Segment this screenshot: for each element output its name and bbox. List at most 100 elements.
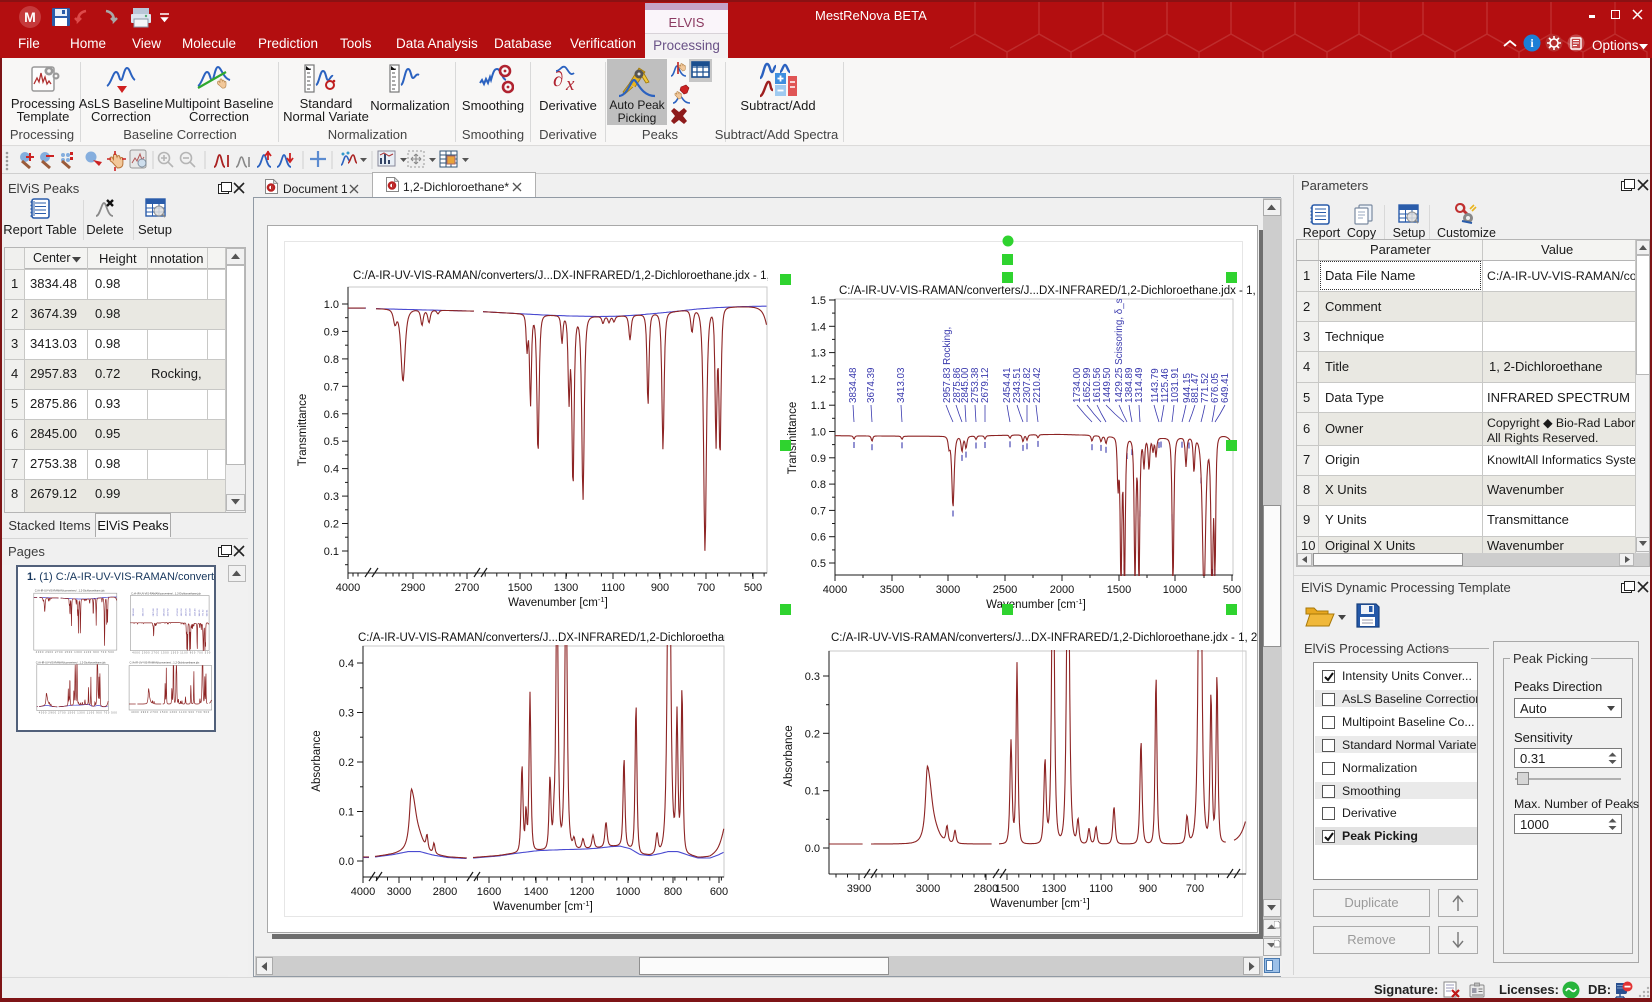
svg-text:4000: 4000 [336,582,360,594]
svg-text:1500: 1500 [995,883,1019,895]
svg-text:0.2: 0.2 [805,728,820,740]
svg-text:1610.56: 1610.56 [181,608,183,617]
svg-text:1.5: 1.5 [811,295,826,307]
svg-text:649.41: 649.41 [207,609,209,616]
svg-text:1200: 1200 [570,886,594,898]
svg-text:500: 500 [1223,584,1241,596]
svg-text:0.4: 0.4 [324,464,339,476]
svg-text:3500: 3500 [880,584,904,596]
svg-text:Absorbance: Absorbance [783,725,795,786]
svg-text:2454.41: 2454.41 [163,608,165,617]
svg-text:0.4: 0.4 [339,658,354,670]
svg-text:1.4: 1.4 [811,321,826,333]
svg-text:0.3: 0.3 [324,491,339,503]
svg-text:3413.03: 3413.03 [142,608,144,617]
svg-text:Wavenumber [cm-1]: Wavenumber [cm-1] [508,595,608,609]
svg-text:2210.42: 2210.42 [1032,368,1043,403]
svg-text:0.8: 0.8 [324,354,339,366]
svg-text:2800: 2800 [433,886,457,898]
svg-text:1400: 1400 [524,886,548,898]
svg-text:2679.12: 2679.12 [980,368,991,403]
svg-text:1449.50: 1449.50 [1102,367,1113,403]
svg-text:C:/A-IR-UV-VIS-RAMAN/converter: C:/A-IR-UV-VIS-RAMAN/converters/J...DX-I… [358,632,865,644]
svg-text:500: 500 [744,582,762,594]
svg-text:2700: 2700 [455,582,479,594]
svg-text:Wavenumber [cm-1]: Wavenumber [cm-1] [986,597,1086,611]
svg-text:800: 800 [664,886,682,898]
svg-text:C:/A-IR-UV-VIS-RAMAN/converter: C:/A-IR-UV-VIS-RAMAN/converters/...1,2-D… [131,592,201,596]
svg-text:Absorbance: Absorbance [311,730,323,791]
svg-text:1031.91: 1031.91 [1170,368,1181,403]
svg-text:0.6: 0.6 [324,409,339,421]
svg-text:1500: 1500 [1107,584,1131,596]
svg-text:1100: 1100 [1089,883,1113,895]
svg-text:Transmittance: Transmittance [297,394,309,466]
svg-text:900: 900 [1139,883,1157,895]
svg-text:1734.00: 1734.00 [177,608,179,617]
svg-text:2307.82: 2307.82 [167,608,169,617]
svg-text:0.3: 0.3 [339,708,354,720]
svg-text:600: 600 [710,886,728,898]
svg-text:M: M [24,9,36,25]
svg-text:Wavenumber [cm-1]: Wavenumber [cm-1] [990,896,1090,910]
svg-text:C:/A-IR-UV-VIS-RAMAN/converter: C:/A-IR-UV-VIS-RAMAN/converters/J...DX-I… [839,285,1258,297]
svg-text:1.0: 1.0 [324,299,339,311]
svg-text:0.9: 0.9 [324,326,339,338]
svg-text:1.1: 1.1 [811,400,826,412]
svg-text:1500: 1500 [508,582,532,594]
svg-text:2000: 2000 [1050,584,1074,596]
svg-text:1100: 1100 [601,582,625,594]
svg-text:3000: 3000 [387,886,411,898]
svg-text:0.6: 0.6 [811,532,826,544]
svg-text:1000: 1000 [616,886,640,898]
svg-text:2875.86: 2875.86 [153,608,155,617]
svg-text:C:/A-IR-UV-VIS-RAMAN/converter: C:/A-IR-UV-VIS-RAMAN/converters/...1,2-D… [35,589,105,593]
svg-text:2500: 2500 [993,584,1017,596]
svg-text:1600: 1600 [477,886,501,898]
svg-text:3900: 3900 [847,883,871,895]
svg-text:0.0: 0.0 [339,856,354,868]
svg-text:1314.49: 1314.49 [190,608,192,617]
svg-text:0.1: 0.1 [324,546,339,558]
svg-text:0.0: 0.0 [805,843,820,855]
svg-text:4000 2900 2700 1500 1300 1100: 4000 2900 2700 1500 1300 1100 900 700 50… [131,711,210,714]
svg-text:700: 700 [1186,883,1204,895]
svg-text:4000: 4000 [823,584,847,596]
svg-text:1.2: 1.2 [811,374,826,386]
svg-text:3834.48: 3834.48 [133,608,135,617]
svg-text:2753.38: 2753.38 [157,608,159,617]
svg-text:4000: 4000 [351,886,375,898]
svg-text:2900: 2900 [401,582,425,594]
svg-text:944.15: 944.15 [199,609,201,616]
svg-text:1.3: 1.3 [811,348,826,360]
svg-text:0.2: 0.2 [339,757,354,769]
svg-text:4000 2900 2700 1500 1300 1100: 4000 2900 2700 1500 1300 1100 900 700 50… [39,711,118,714]
svg-text:C:/A-IR-UV-VIS-RAMAN/converter: C:/A-IR-UV-VIS-RAMAN/converters/...1,2-D… [130,661,200,665]
svg-text:3000: 3000 [916,883,940,895]
svg-text:0.7: 0.7 [811,505,826,517]
svg-text:C:/A-IR-UV-VIS-RAMAN/converter: C:/A-IR-UV-VIS-RAMAN/converters/...1,2-D… [36,661,106,665]
svg-text:0.1: 0.1 [805,786,820,798]
svg-text:0.8: 0.8 [811,479,826,491]
svg-text:Wavenumber [cm-1]: Wavenumber [cm-1] [493,899,593,913]
svg-text:4000 2900 2700 1500 1300 1100: 4000 2900 2700 1500 1300 1100 900 700 50… [36,651,115,654]
svg-text:3674.39: 3674.39 [866,368,877,403]
svg-text:771.52: 771.52 [203,609,205,616]
svg-text:1314.49: 1314.49 [1134,368,1145,403]
svg-text:3834.48: 3834.48 [848,367,859,403]
svg-text:x: x [565,74,575,95]
svg-text:Transmittance: Transmittance [787,402,799,474]
svg-text:700: 700 [697,582,715,594]
svg-text:1300: 1300 [554,582,578,594]
svg-text:3000: 3000 [936,584,960,596]
svg-text:0.2: 0.2 [324,519,339,531]
svg-text:649.41: 649.41 [1220,373,1231,403]
svg-text:1000: 1000 [1163,584,1187,596]
svg-text:3413.03: 3413.03 [896,367,907,403]
svg-text:0.5: 0.5 [811,558,826,570]
svg-text:1429.25: 1429.25 [186,608,188,617]
svg-text:0.7: 0.7 [324,381,339,393]
svg-text:1.0: 1.0 [811,427,826,439]
svg-text:0.5: 0.5 [324,436,339,448]
svg-text:900: 900 [651,582,669,594]
